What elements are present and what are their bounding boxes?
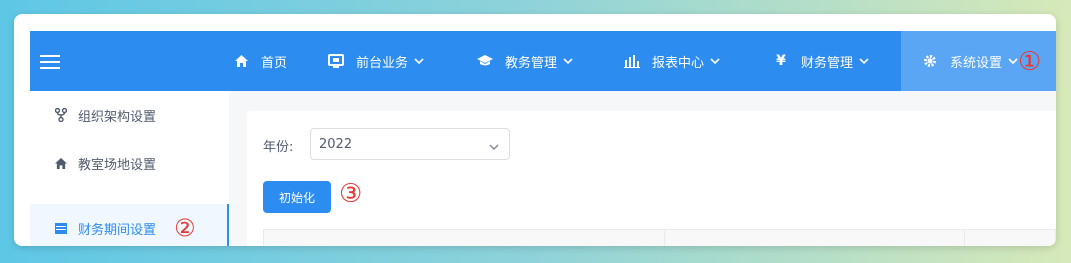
nav-home-label: 首页 [261,55,288,71]
home-icon [233,53,249,69]
gear-icon [922,53,938,69]
sidebar: 组织架构设置 教室场地设置 财务期间设置 ② [30,91,229,246]
sidebar-item-label: 组织架构设置 [78,109,157,125]
graduation-cap-icon [477,53,493,69]
chevron-down-icon [489,139,499,154]
monitor-icon [328,53,344,69]
nav-reports-label: 报表中心 [652,55,705,71]
year-label: 年份: [263,140,294,155]
annotation-step-1: ① [1018,47,1042,77]
yen-icon: ¥ [776,53,786,69]
annotation-step-3: ③ [339,179,363,209]
sidebar-item-org-structure[interactable]: 组织架构设置 [30,91,229,139]
bar-chart-icon [624,53,640,69]
nav-system-settings-label: 系统设置 [950,55,1003,71]
app-window: 首页 前台业务 教务管理 报表中心 ¥ 财务管理 系统设置 ① 组织架构设置 教… [14,14,1056,246]
main-content: 年份: 2022 初始化 ③ [229,91,1056,246]
year-select[interactable]: 2022 [310,128,510,160]
chevron-down-icon [1008,58,1018,64]
nav-reports[interactable]: 报表中心 [624,31,720,91]
calendar-icon [54,221,68,235]
table-column-divider [664,230,665,246]
annotation-step-2: ② [174,214,196,242]
chevron-down-icon [563,58,573,64]
sidebar-item-finance-period[interactable]: 财务期间设置 ② [30,204,229,246]
nav-academic-label: 教务管理 [505,55,558,71]
nav-finance-label: 财务管理 [801,55,854,71]
nav-home[interactable]: 首页 [233,31,287,91]
nav-frontdesk-label: 前台业务 [356,55,409,71]
org-structure-icon [54,108,68,122]
chevron-down-icon [414,58,424,64]
table-header [263,229,1056,246]
nav-finance[interactable]: ¥ 财务管理 [773,31,869,91]
chevron-down-icon [859,58,869,64]
content-card: 年份: 2022 初始化 ③ [247,111,1056,246]
sidebar-item-classroom[interactable]: 教室场地设置 [30,139,229,187]
sidebar-item-label: 教室场地设置 [78,157,157,173]
home-icon [54,156,68,170]
top-navbar: 首页 前台业务 教务管理 报表中心 ¥ 财务管理 系统设置 [30,31,1056,91]
sidebar-item-label: 财务期间设置 [78,222,157,238]
year-select-value: 2022 [319,136,353,152]
nav-frontdesk[interactable]: 前台业务 [328,31,424,91]
initialize-button[interactable]: 初始化 [263,181,331,213]
chevron-down-icon [710,58,720,64]
menu-toggle-icon[interactable] [40,55,60,69]
nav-academic[interactable]: 教务管理 [477,31,573,91]
table-column-divider [964,230,965,246]
